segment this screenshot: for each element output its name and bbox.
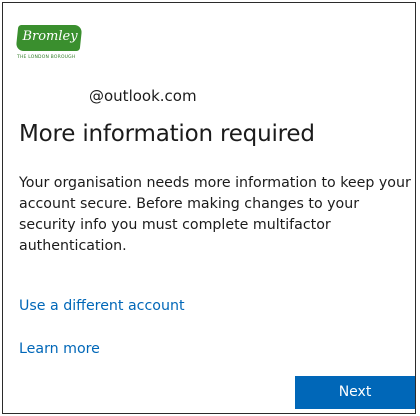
sign-in-card: Bromley THE LONDON BOROUGH @outlook.com … [2, 2, 416, 414]
use-different-account-link[interactable]: Use a different account [19, 298, 185, 314]
next-button[interactable]: Next [295, 376, 415, 409]
description-text: Your organisation needs more information… [19, 175, 411, 254]
logo-wordmark: Bromley [22, 29, 78, 44]
logo-tagline: THE LONDON BOROUGH [17, 55, 76, 60]
account-identity: @outlook.com [89, 87, 197, 105]
bromley-logo: Bromley THE LONDON BOROUGH [15, 25, 83, 67]
learn-more-link[interactable]: Learn more [19, 341, 100, 357]
page-title: More information required [19, 121, 315, 147]
